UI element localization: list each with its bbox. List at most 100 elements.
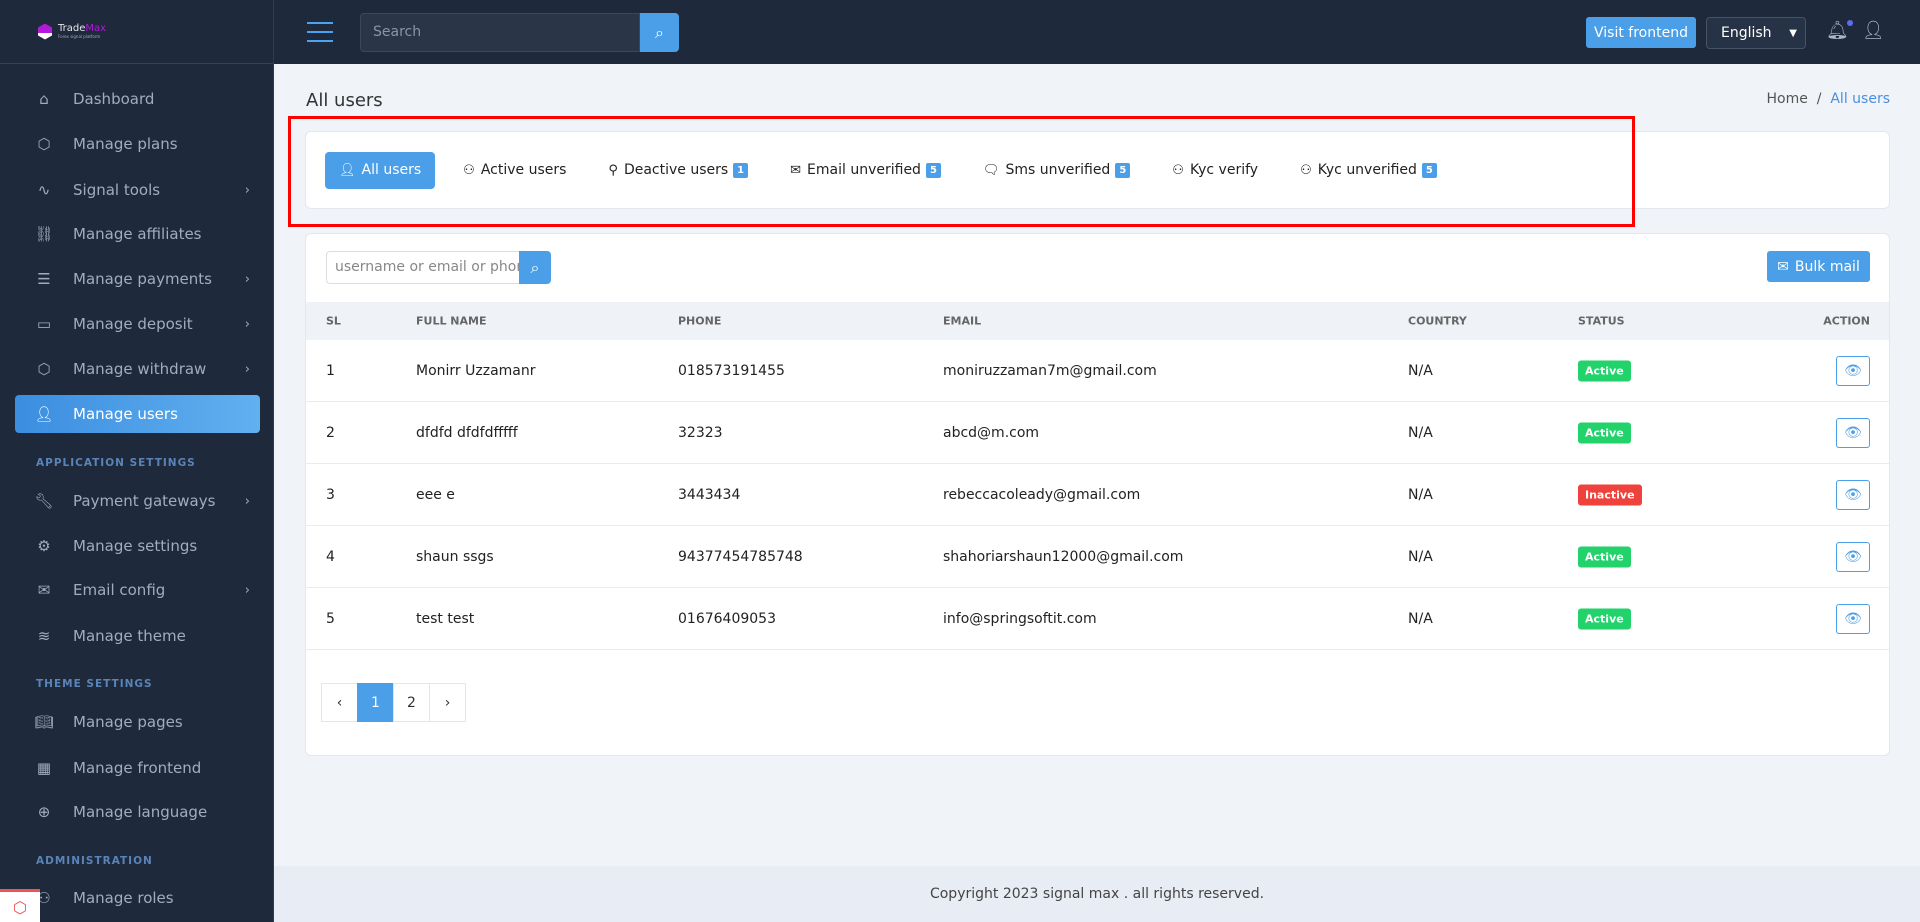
view-user-button[interactable]: 👁︎	[1836, 603, 1870, 634]
sidebar-item-label: Email config	[73, 581, 166, 599]
sidebar-item-dashboard[interactable]: ⌂ Dashboard	[15, 80, 260, 118]
user-search-input[interactable]: username or email or phone	[326, 251, 520, 284]
cell-phone: 01676409053	[678, 610, 776, 627]
user-search-button[interactable]: ⌕	[519, 251, 551, 284]
cell-country: N/A	[1408, 610, 1433, 627]
sidebar-item-manage-plans[interactable]: ⬡ Manage plans	[15, 125, 260, 163]
cell-country: N/A	[1408, 548, 1433, 565]
cell-phone: 94377454785748	[678, 548, 803, 565]
cell-name: dfdfd dfdfdfffff	[416, 424, 518, 441]
sidebar-item-signal-tools[interactable]: ∿ Signal tools ›	[15, 171, 260, 209]
chevron-right-icon: ›	[244, 271, 250, 287]
cell-sl: 2	[326, 424, 335, 441]
sidebar-item-payment-gateways[interactable]: 🔧︎ Payment gateways ›	[15, 482, 260, 520]
menu-toggle-icon[interactable]	[307, 22, 333, 42]
users-table-card: username or email or phone ⌕ ✉ Bulk mail …	[305, 233, 1890, 756]
notification-bell-icon[interactable]: 🔔︎	[1826, 20, 1853, 41]
view-user-button[interactable]: 👁︎	[1836, 417, 1870, 448]
cell-email: rebeccacoleady@gmail.com	[943, 486, 1141, 503]
cell-phone: 3443434	[678, 486, 741, 503]
breadcrumb: Home / All users	[1766, 91, 1890, 107]
table-header: SL FULL NAME PHONE EMAIL COUNTRY STATUS …	[306, 302, 1889, 340]
chevron-right-icon: ›	[244, 316, 250, 332]
sidebar-item-manage-theme[interactable]: ≋ Manage theme	[15, 617, 260, 655]
status-badge: Active	[1578, 360, 1631, 381]
chevron-right-icon: ›	[244, 182, 250, 198]
sidebar-item-manage-deposit[interactable]: ▭ Manage deposit ›	[15, 305, 260, 343]
top-search-input[interactable]: Search	[360, 13, 640, 52]
list-icon: ☰	[37, 270, 51, 288]
box-icon: ⬡	[37, 135, 51, 153]
eye-icon: 👁︎	[1844, 424, 1862, 441]
cell-country: N/A	[1408, 424, 1433, 441]
sidebar-item-label: Manage plans	[73, 135, 178, 153]
section-administration: ADMINISTRATION	[36, 855, 153, 867]
topbar: Search ⌕ Visit frontend English ▼ 🔔︎ 👤︎	[274, 0, 1920, 64]
sidebar-item-manage-frontend[interactable]: ▦ Manage frontend	[15, 749, 260, 787]
breadcrumb-home[interactable]: Home	[1766, 91, 1807, 107]
view-user-button[interactable]: 👁︎	[1836, 479, 1870, 510]
cell-email: shahoriarshaun12000@gmail.com	[943, 548, 1184, 565]
sidebar-item-manage-language[interactable]: ⊕ Manage language	[15, 793, 260, 831]
search-icon: ⌕	[655, 22, 664, 42]
sidebar-item-manage-payments[interactable]: ☰ Manage payments ›	[15, 260, 260, 298]
pagination: ‹ 1 2 ›	[321, 683, 466, 722]
sidebar-item-email-config[interactable]: ✉ Email config ›	[15, 571, 260, 609]
status-badge: Inactive	[1578, 484, 1642, 505]
cell-name: test test	[416, 610, 475, 627]
user-icon: 👤︎	[34, 405, 54, 423]
mail-icon: ✉	[1777, 258, 1789, 275]
sidebar-item-manage-roles[interactable]: ⚇ Manage roles	[15, 879, 260, 917]
cell-sl: 4	[326, 548, 335, 565]
page-2[interactable]: 2	[393, 683, 430, 722]
cell-phone: 32323	[678, 424, 723, 441]
page-1[interactable]: 1	[357, 683, 394, 722]
sidebar-item-manage-withdraw[interactable]: ⬡ Manage withdraw ›	[15, 350, 260, 388]
section-application-settings: APPLICATION SETTINGS	[36, 457, 196, 469]
sidebar-item-label: Manage deposit	[73, 315, 193, 333]
cell-country: N/A	[1408, 362, 1433, 379]
layers-icon: ≋	[37, 627, 51, 645]
col-email: EMAIL	[943, 314, 982, 328]
language-select[interactable]: English ▼	[1706, 17, 1806, 49]
cell-email: info@springsoftit.com	[943, 610, 1097, 627]
sidebar-item-manage-affiliates[interactable]: ⛓ Manage affiliates	[15, 215, 260, 253]
table-row: 3 eee e 3443434 rebeccacoleady@gmail.com…	[306, 464, 1889, 526]
col-status: STATUS	[1578, 314, 1625, 328]
sidebar-item-manage-settings[interactable]: ⚙ Manage settings	[15, 527, 260, 565]
user-profile-icon[interactable]: 👤︎	[1862, 20, 1885, 41]
view-user-button[interactable]: 👁︎	[1836, 355, 1870, 386]
sidebar-item-label: Manage payments	[73, 270, 212, 288]
col-phone: PHONE	[678, 314, 722, 328]
view-user-button[interactable]: 👁︎	[1836, 541, 1870, 572]
notification-dot	[1846, 20, 1853, 26]
box-icon: ⬡	[37, 360, 51, 378]
chevron-right-icon: ›	[244, 582, 250, 598]
sidebar: TradeMax Forex signal platform ⌂ Dashboar…	[0, 0, 274, 922]
section-theme-settings: THEME SETTINGS	[36, 678, 153, 690]
sidebar-item-label: Signal tools	[73, 181, 161, 199]
brand-name-b: Max	[85, 23, 107, 34]
credit-card-icon: ▭	[36, 315, 52, 333]
sidebar-item-label: Manage frontend	[73, 759, 202, 777]
page-prev[interactable]: ‹	[321, 683, 358, 722]
sidebar-item-manage-pages[interactable]: 📖︎ Manage pages	[15, 703, 260, 741]
sidebar-item-label: Manage pages	[73, 713, 183, 731]
home-icon: ⌂	[39, 90, 49, 108]
cell-email: abcd@m.com	[943, 424, 1040, 441]
brand-logo[interactable]: TradeMax Forex signal platform	[0, 0, 273, 64]
status-badge: Active	[1578, 546, 1631, 567]
page-title: All users	[306, 90, 383, 111]
brand-name-a: Trade	[58, 23, 86, 34]
highlight-box	[288, 116, 1635, 227]
visit-frontend-button[interactable]: Visit frontend	[1586, 17, 1696, 48]
bulk-mail-button[interactable]: ✉ Bulk mail	[1767, 251, 1870, 282]
sidebar-item-manage-users[interactable]: 👤︎ Manage users	[15, 395, 260, 433]
sidebar-item-label: Manage users	[73, 405, 178, 423]
top-search-button[interactable]: ⌕	[640, 13, 679, 52]
sidebar-item-label: Manage affiliates	[73, 225, 202, 243]
page-next[interactable]: ›	[429, 683, 466, 722]
col-sl: SL	[326, 314, 341, 328]
eye-icon: 👁︎	[1844, 610, 1862, 627]
laravel-debug-icon[interactable]: ⬡	[0, 889, 40, 922]
